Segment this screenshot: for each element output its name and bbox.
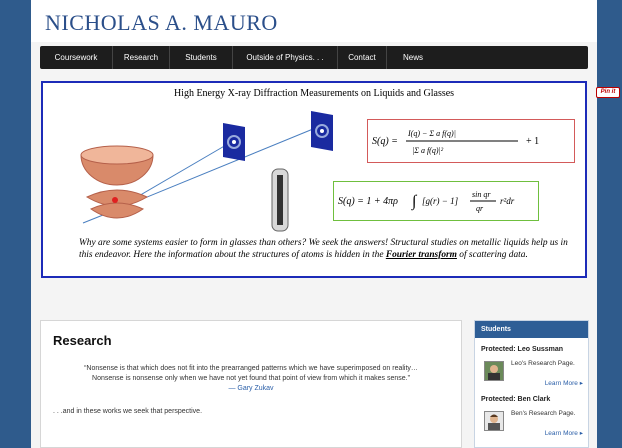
svg-text:r²dr: r²dr <box>500 196 515 206</box>
equation-sq-formula: S(q) = I(q) − Σ a f(q)| |Σ a f(q)|² + 1 <box>372 129 539 155</box>
svg-text:S(q) =: S(q) = <box>372 136 398 147</box>
student-description: Leo's Research Page. <box>511 360 575 367</box>
pinit-button[interactable]: Pin it <box>596 87 620 98</box>
svg-text:qr: qr <box>476 204 484 213</box>
quote-author-link[interactable]: — Gary Zukav <box>41 384 461 394</box>
learn-more-link[interactable]: Learn More ▸ <box>545 429 583 437</box>
avatar <box>484 411 504 431</box>
page: NICHOLAS A. MAURO Coursework Research St… <box>31 0 597 448</box>
nav-item-contact[interactable]: Contact <box>338 46 387 69</box>
research-section: Research “Nonsense is that which does no… <box>40 320 462 448</box>
student-name[interactable]: Protected: Ben Clark <box>481 396 585 403</box>
students-widget-header: Students <box>475 321 588 338</box>
nav-item-outside-of-physics[interactable]: Outside of Physics. . . <box>233 46 338 69</box>
header: NICHOLAS A. MAURO <box>31 0 597 42</box>
fourier-transform-equation: S(q) = 1 + 4πρ ∫ [g(r) − 1] sin qr qr r²… <box>333 181 539 221</box>
svg-text:S(q) = 1 + 4πρ: S(q) = 1 + 4πρ <box>338 196 398 207</box>
svg-text:I(q) − Σ a f(q)|: I(q) − Σ a f(q)| <box>407 129 456 138</box>
nav-item-research[interactable]: Research <box>113 46 170 69</box>
structure-factor-equation: S(q) = I(q) − Σ a f(q)| |Σ a f(q)|² + 1 <box>367 119 575 163</box>
banner-description: Why are some systems easier to form in g… <box>79 237 569 261</box>
svg-text:+ 1: + 1 <box>526 136 539 147</box>
student-name[interactable]: Protected: Leo Sussman <box>481 346 585 353</box>
research-intro-text: . . .and in these works we seek that per… <box>53 408 203 415</box>
learn-more-link[interactable]: Learn More ▸ <box>545 379 583 387</box>
avatar <box>484 361 504 381</box>
nav-item-news[interactable]: News <box>387 46 439 69</box>
svg-text:[g(r) − 1]: [g(r) − 1] <box>422 196 459 206</box>
svg-text:sin qr: sin qr <box>472 190 491 199</box>
svg-text:∫: ∫ <box>411 193 418 211</box>
fourier-transform-link[interactable]: Fourier transform <box>386 250 457 260</box>
hero-banner: High Energy X-ray Diffraction Measuremen… <box>41 81 587 278</box>
main-nav: Coursework Research Students Outside of … <box>40 46 588 69</box>
student-description: Ben's Research Page. <box>511 410 576 417</box>
quote: “Nonsense is that which does not fit int… <box>41 364 461 394</box>
banner-text-outro: of scattering data. <box>456 250 528 260</box>
site-title[interactable]: NICHOLAS A. MAURO <box>45 10 278 36</box>
students-widget: Students Protected: Leo Sussman Leo's Re… <box>474 320 589 448</box>
research-heading: Research <box>53 333 112 348</box>
equation-integral-formula: S(q) = 1 + 4πρ ∫ [g(r) − 1] sin qr qr r²… <box>338 190 515 213</box>
student-card-leo: Protected: Leo Sussman Leo's Research Pa… <box>481 346 585 387</box>
student-card-ben: Protected: Ben Clark Ben's Research Page… <box>481 396 585 437</box>
quote-line-2: Nonsense is nonsense only when we have n… <box>92 375 410 382</box>
banner-title: High Energy X-ray Diffraction Measuremen… <box>173 88 455 99</box>
quote-line-1: “Nonsense is that which does not fit int… <box>84 365 418 372</box>
nav-item-coursework[interactable]: Coursework <box>40 46 113 69</box>
svg-text:|Σ a f(q)|²: |Σ a f(q)|² <box>412 146 444 155</box>
diffraction-illustration <box>80 111 333 232</box>
nav-item-students[interactable]: Students <box>170 46 233 69</box>
